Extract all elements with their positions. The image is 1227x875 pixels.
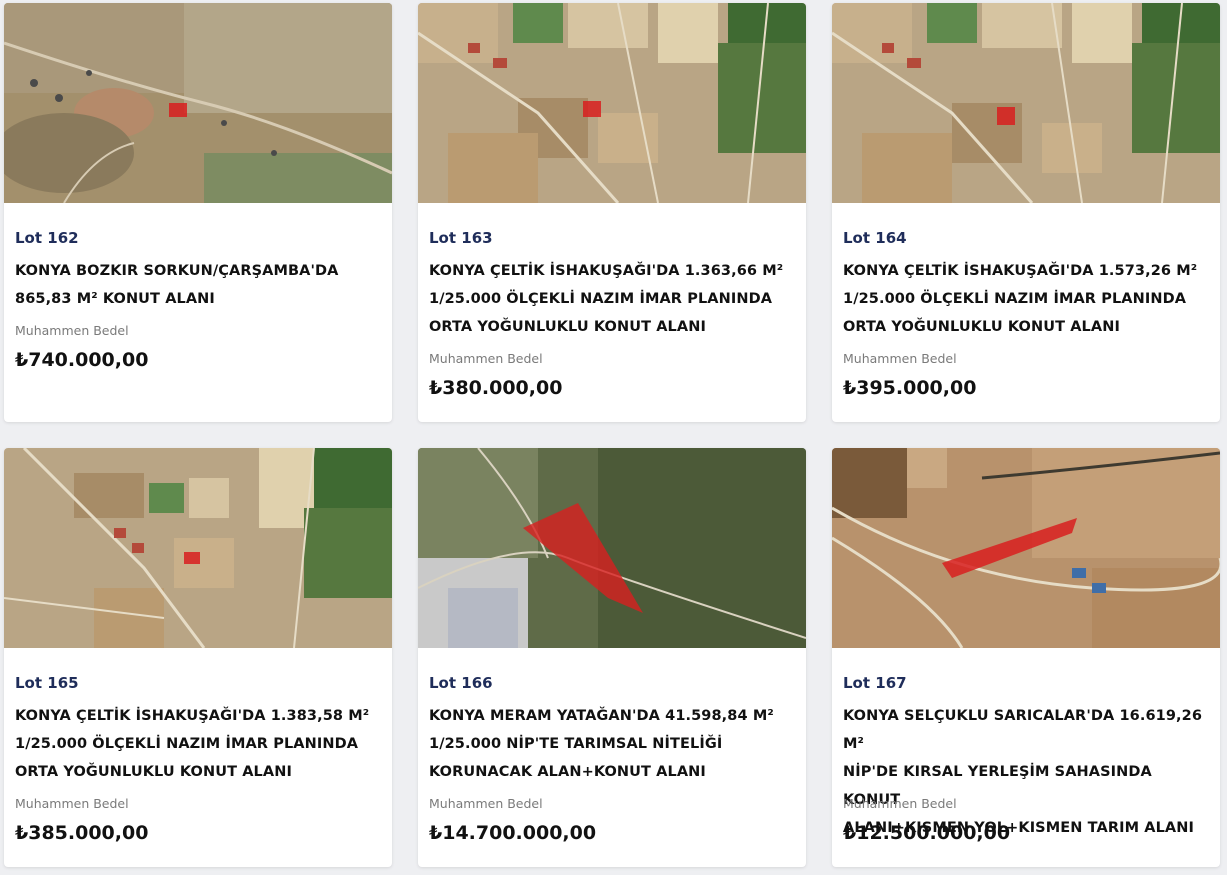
price-value: ₺395.000,00 [843, 377, 977, 399]
satellite-map-image[interactable] [832, 3, 1220, 203]
title-line: 1/25.000 ÖLÇEKLİ NAZIM İMAR PLANINDA [843, 291, 1187, 307]
price-label: Muhammen Bedel [429, 351, 543, 366]
listing-card[interactable]: Lot 166 KONYA MERAM YATAĞAN'DA 41.598,84… [418, 448, 806, 867]
satellite-map-icon [832, 448, 1220, 648]
listing-card[interactable]: Lot 167 KONYA SELÇUKLU SARICALAR'DA 16.6… [832, 448, 1220, 867]
listing-title[interactable]: KONYA MERAM YATAĞAN'DA 41.598,84 M² 1/25… [429, 702, 799, 786]
title-line: ORTA YOĞUNLUKLU KONUT ALANI [15, 764, 292, 780]
satellite-map-icon [418, 3, 806, 203]
title-line: KONYA MERAM YATAĞAN'DA 41.598,84 M² [429, 708, 774, 724]
title-line: KONYA ÇELTİK İSHAKUŞAĞI'DA 1.363,66 M² [429, 263, 784, 279]
satellite-map-image[interactable] [832, 448, 1220, 648]
price-label: Muhammen Bedel [843, 796, 957, 811]
price-label: Muhammen Bedel [843, 351, 957, 366]
price-value: ₺12.500.000,00 [843, 822, 1011, 844]
title-line: KONYA ÇELTİK İSHAKUŞAĞI'DA 1.573,26 M² [843, 263, 1198, 279]
title-line: ORTA YOĞUNLUKLU KONUT ALANI [843, 319, 1120, 335]
satellite-map-icon [832, 3, 1220, 203]
listing-card[interactable]: Lot 162 KONYA BOZKIR SORKUN/ÇARŞAMBA'DA … [4, 3, 392, 422]
lot-number[interactable]: Lot 164 [843, 229, 907, 247]
listing-title[interactable]: KONYA ÇELTİK İSHAKUŞAĞI'DA 1.573,26 M² 1… [843, 257, 1213, 341]
price-value: ₺380.000,00 [429, 377, 563, 399]
satellite-map-image[interactable] [4, 448, 392, 648]
title-line: 865,83 M² KONUT ALANI [15, 291, 215, 307]
listing-title[interactable]: KONYA ÇELTİK İSHAKUŞAĞI'DA 1.363,66 M² 1… [429, 257, 799, 341]
price-value: ₺14.700.000,00 [429, 822, 597, 844]
listing-title[interactable]: KONYA ÇELTİK İSHAKUŞAĞI'DA 1.383,58 M² 1… [15, 702, 385, 786]
lot-number[interactable]: Lot 166 [429, 674, 493, 692]
lot-number[interactable]: Lot 163 [429, 229, 493, 247]
lot-number[interactable]: Lot 165 [15, 674, 79, 692]
lot-number[interactable]: Lot 162 [15, 229, 79, 247]
satellite-map-image[interactable] [418, 448, 806, 648]
listing-title[interactable]: KONYA BOZKIR SORKUN/ÇARŞAMBA'DA 865,83 M… [15, 257, 385, 313]
price-label: Muhammen Bedel [15, 796, 129, 811]
title-line: KONYA SELÇUKLU SARICALAR'DA 16.619,26 M² [843, 708, 1203, 752]
lot-number[interactable]: Lot 167 [843, 674, 907, 692]
title-line: KONYA ÇELTİK İSHAKUŞAĞI'DA 1.383,58 M² [15, 708, 370, 724]
title-line: 1/25.000 NİP'TE TARIMSAL NİTELİĞİ [429, 736, 723, 752]
satellite-map-icon [418, 448, 806, 648]
title-line: 1/25.000 ÖLÇEKLİ NAZIM İMAR PLANINDA [429, 291, 773, 307]
listing-title[interactable]: KONYA SELÇUKLU SARICALAR'DA 16.619,26 M²… [843, 702, 1213, 842]
satellite-map-image[interactable] [418, 3, 806, 203]
satellite-map-icon [4, 448, 392, 648]
price-label: Muhammen Bedel [429, 796, 543, 811]
price-value: ₺385.000,00 [15, 822, 149, 844]
price-value: ₺740.000,00 [15, 349, 149, 371]
title-line: ORTA YOĞUNLUKLU KONUT ALANI [429, 319, 706, 335]
listing-card[interactable]: Lot 164 KONYA ÇELTİK İSHAKUŞAĞI'DA 1.573… [832, 3, 1220, 422]
listing-grid: Lot 162 KONYA BOZKIR SORKUN/ÇARŞAMBA'DA … [0, 0, 1227, 875]
title-line: KONYA BOZKIR SORKUN/ÇARŞAMBA'DA [15, 263, 339, 279]
satellite-map-image[interactable] [4, 3, 392, 203]
listing-card[interactable]: Lot 165 KONYA ÇELTİK İSHAKUŞAĞI'DA 1.383… [4, 448, 392, 867]
title-line: 1/25.000 ÖLÇEKLİ NAZIM İMAR PLANINDA [15, 736, 359, 752]
title-line: KORUNACAK ALAN+KONUT ALANI [429, 764, 706, 780]
price-label: Muhammen Bedel [15, 323, 129, 338]
listing-card[interactable]: Lot 163 KONYA ÇELTİK İSHAKUŞAĞI'DA 1.363… [418, 3, 806, 422]
satellite-map-icon [4, 3, 392, 203]
